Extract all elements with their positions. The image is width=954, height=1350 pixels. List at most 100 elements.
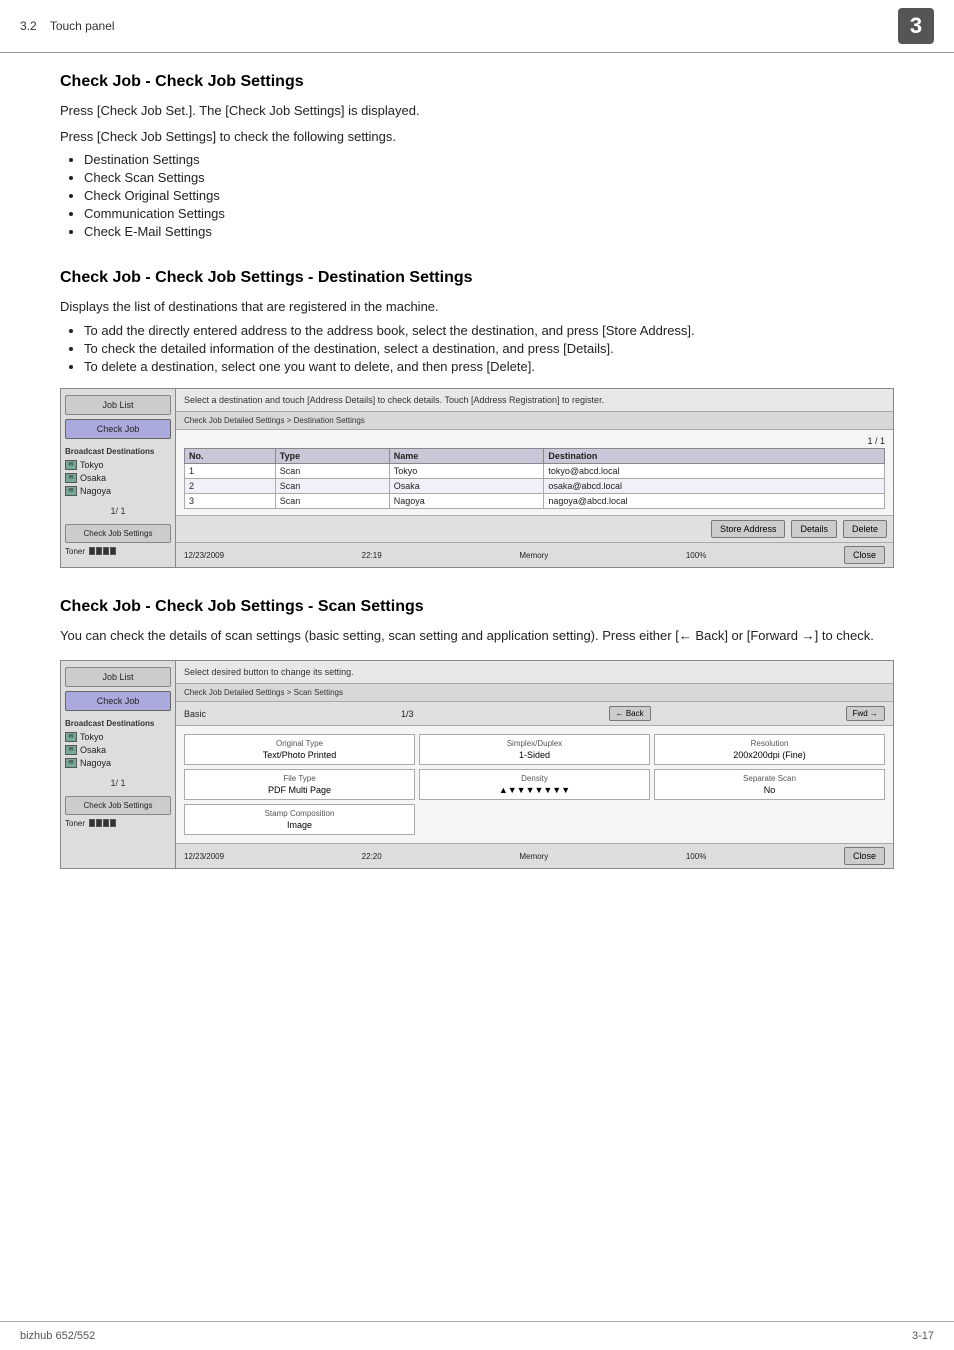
col-name: Name bbox=[389, 449, 544, 464]
toner-label: Toner bbox=[65, 819, 85, 828]
cell-name: Osaka bbox=[389, 479, 544, 494]
scan-cell-filetype: File Type PDF Multi Page bbox=[184, 769, 415, 800]
panel-right-dest: Select a destination and touch [Address … bbox=[176, 389, 893, 568]
dest-item-osaka[interactable]: ✉ Osaka bbox=[65, 473, 171, 483]
table-row[interactable]: 2 Scan Osaka osaka@abcd.local bbox=[185, 479, 885, 494]
cell-no: 2 bbox=[185, 479, 276, 494]
broadcast-dest-label: Broadcast Destinations bbox=[65, 719, 171, 728]
destination-settings-panel: Job List Check Job Broadcast Destination… bbox=[60, 388, 894, 569]
bullet-item: Check E-Mail Settings bbox=[84, 224, 894, 239]
delete-button[interactable]: Delete bbox=[843, 520, 887, 538]
page-header: 3.2 Touch panel 3 bbox=[0, 0, 954, 53]
cell-name: Nagoya bbox=[389, 494, 544, 509]
page-count: 1/3 bbox=[401, 709, 414, 719]
section1-para1: Press [Check Job Set.]. The [Check Job S… bbox=[60, 101, 894, 121]
toner-seg3 bbox=[103, 547, 109, 555]
scan-cell-resolution: Resolution 200x200dpi (Fine) bbox=[654, 734, 885, 765]
toner-bar bbox=[89, 547, 117, 555]
bullet-item: To delete a destination, select one you … bbox=[84, 359, 894, 374]
panel-right-scan: Select desired button to change its sett… bbox=[176, 661, 893, 869]
dest-item-tokyo[interactable]: ✉ Tokyo bbox=[65, 732, 171, 742]
section3-para1: You can check the details of scan settin… bbox=[60, 626, 894, 646]
dest-item-nagoya[interactable]: ✉ Nagoya bbox=[65, 758, 171, 768]
footer-memory-label: Memory bbox=[519, 852, 548, 861]
chapter-number: 3 bbox=[898, 8, 934, 44]
cell-dest: nagoya@abcd.local bbox=[544, 494, 885, 509]
page-counter: 1/ 1 bbox=[65, 506, 171, 516]
dest-item-tokyo[interactable]: ✉ Tokyo bbox=[65, 460, 171, 470]
toner-bar bbox=[89, 819, 117, 827]
email-icon: ✉ bbox=[65, 745, 77, 755]
section-2: Check Job - Check Job Settings - Destina… bbox=[60, 269, 894, 568]
scan-cell-original-type: Original Type Text/Photo Printed bbox=[184, 734, 415, 765]
email-icon: ✉ bbox=[65, 758, 77, 768]
bullet-item: Check Scan Settings bbox=[84, 170, 894, 185]
dest-item-nagoya[interactable]: ✉ Nagoya bbox=[65, 486, 171, 496]
job-list-button[interactable]: Job List bbox=[65, 395, 171, 415]
panel-bottom-bar: Store Address Details Delete bbox=[176, 515, 893, 542]
bullet-item: To check the detailed information of the… bbox=[84, 341, 894, 356]
footer-time: 22:20 bbox=[362, 852, 382, 861]
bullet-item: Check Original Settings bbox=[84, 188, 894, 203]
email-icon: ✉ bbox=[65, 460, 77, 470]
footer-date: 12/23/2009 bbox=[184, 852, 224, 861]
bullet-item: To add the directly entered address to t… bbox=[84, 323, 894, 338]
section-1: Check Job - Check Job Settings Press [Ch… bbox=[60, 73, 894, 239]
scan-cell-separate: Separate Scan No bbox=[654, 769, 885, 800]
footer-date: 12/23/2009 bbox=[184, 551, 224, 560]
footer-memory-val: 100% bbox=[686, 852, 706, 861]
panel-footer: 12/23/2009 22:19 Memory 100% Close bbox=[176, 542, 893, 567]
cell-name: Tokyo bbox=[389, 464, 544, 479]
bullet-item: Destination Settings bbox=[84, 152, 894, 167]
top-message: Select a destination and touch [Address … bbox=[176, 389, 893, 413]
toner-seg4 bbox=[110, 547, 116, 555]
store-address-button[interactable]: Store Address bbox=[711, 520, 786, 538]
cell-no: 3 bbox=[185, 494, 276, 509]
close-button[interactable]: Close bbox=[844, 546, 885, 564]
details-button[interactable]: Details bbox=[791, 520, 837, 538]
panel-footer-scan: 12/23/2009 22:20 Memory 100% Close bbox=[176, 843, 893, 868]
broadcast-dest-label: Broadcast Destinations bbox=[65, 447, 171, 456]
breadcrumb: Check Job Detailed Settings > Destinatio… bbox=[176, 412, 893, 430]
page-footer: bizhub 652/552 3-17 bbox=[0, 1321, 954, 1350]
toner-seg2 bbox=[96, 547, 102, 555]
page-content: Check Job - Check Job Settings Press [Ch… bbox=[0, 53, 954, 919]
toner-row: Toner bbox=[65, 819, 171, 828]
destination-table: No. Type Name Destination 1 Scan Tokyo bbox=[184, 448, 885, 509]
cell-dest: osaka@abcd.local bbox=[544, 479, 885, 494]
bullet-item: Communication Settings bbox=[84, 206, 894, 221]
section1-heading: Check Job - Check Job Settings bbox=[60, 73, 894, 91]
footer-memory-label: Memory bbox=[519, 551, 548, 560]
footer-product: bizhub 652/552 bbox=[20, 1330, 95, 1342]
check-job-button[interactable]: Check Job bbox=[65, 419, 171, 439]
check-job-button[interactable]: Check Job bbox=[65, 691, 171, 711]
email-icon: ✉ bbox=[65, 732, 77, 742]
check-settings-button[interactable]: Check Job Settings bbox=[65, 796, 171, 815]
breadcrumb: Check Job Detailed Settings > Scan Setti… bbox=[176, 684, 893, 702]
col-type: Type bbox=[275, 449, 389, 464]
email-icon: ✉ bbox=[65, 473, 77, 483]
scan-cell-stamp: Stamp Composition Image bbox=[184, 804, 415, 835]
basic-label: Basic bbox=[184, 709, 206, 719]
footer-page: 3-17 bbox=[912, 1330, 934, 1342]
table-row[interactable]: 3 Scan Nagoya nagoya@abcd.local bbox=[185, 494, 885, 509]
table-row[interactable]: 1 Scan Tokyo tokyo@abcd.local bbox=[185, 464, 885, 479]
toner-seg1 bbox=[89, 819, 95, 827]
page-counter: 1/ 1 bbox=[65, 778, 171, 788]
section2-para1: Displays the list of destinations that a… bbox=[60, 297, 894, 317]
job-list-button[interactable]: Job List bbox=[65, 667, 171, 687]
forward-button[interactable]: Fwd → bbox=[846, 706, 885, 721]
check-settings-button[interactable]: Check Job Settings bbox=[65, 524, 171, 543]
section2-bullets: To add the directly entered address to t… bbox=[84, 323, 894, 374]
section1-para2: Press [Check Job Settings] to check the … bbox=[60, 127, 894, 147]
top-message: Select desired button to change its sett… bbox=[176, 661, 893, 685]
cell-no: 1 bbox=[185, 464, 276, 479]
cell-type: Scan bbox=[275, 494, 389, 509]
footer-memory-val: 100% bbox=[686, 551, 706, 560]
back-button[interactable]: ← Back bbox=[609, 706, 651, 721]
cell-dest: tokyo@abcd.local bbox=[544, 464, 885, 479]
toner-row: Toner bbox=[65, 547, 171, 556]
scan-cell-simplex: Simplex/Duplex 1-Sided bbox=[419, 734, 650, 765]
dest-item-osaka[interactable]: ✉ Osaka bbox=[65, 745, 171, 755]
close-button-scan[interactable]: Close bbox=[844, 847, 885, 865]
